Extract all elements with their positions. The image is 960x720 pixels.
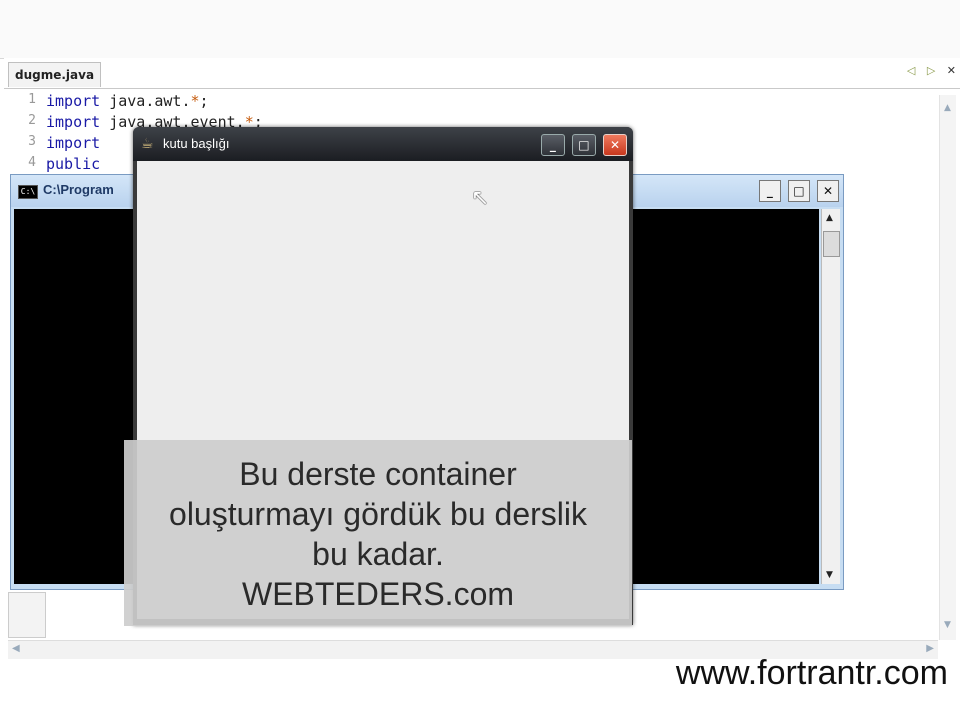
console-title: C:\Program	[43, 182, 114, 197]
console-scrollbar[interactable]: ▲ ▼	[821, 209, 840, 584]
code-line: import java.awt.*;	[46, 92, 263, 113]
console-minimize-button[interactable]: _	[758, 180, 781, 202]
line-number-gutter: 1 2 3 4	[4, 92, 40, 176]
frame-window-controls: _ □ ✕	[539, 134, 627, 156]
line-number: 2	[28, 113, 36, 128]
editor-vertical-scrollbar[interactable]: ▲ ▼	[939, 95, 956, 640]
subtitle-line: bu kadar.	[312, 536, 444, 572]
keyword: import	[46, 134, 101, 152]
scroll-up-icon[interactable]: ▲	[944, 103, 951, 113]
tab-navigation: ◁ ▷ ✕	[907, 64, 956, 77]
scroll-up-icon[interactable]: ▲	[826, 213, 833, 223]
scroll-thumb[interactable]	[823, 231, 840, 257]
code-semicolon: ;	[199, 92, 209, 110]
line-number: 4	[28, 155, 36, 170]
frame-title: kutu başlığı	[163, 136, 230, 151]
editor-tab-bar: dugme.java ◁ ▷ ✕	[4, 58, 960, 89]
console-icon: C:\	[18, 185, 38, 199]
console-window-controls: _ □ ✕	[757, 180, 839, 202]
line-number: 3	[28, 134, 36, 149]
frame-close-button[interactable]: ✕	[603, 134, 627, 156]
watermark: www.fortrantr.com	[675, 654, 948, 692]
tab-prev-icon[interactable]: ◁	[907, 64, 919, 77]
subtitle-line: Bu derste container	[239, 456, 517, 492]
mouse-cursor-icon: ↖	[471, 186, 490, 211]
tab-close-icon[interactable]: ✕	[947, 64, 956, 77]
line-number: 1	[28, 92, 36, 107]
console-close-button[interactable]: ✕	[817, 180, 839, 202]
code-wildcard: *	[190, 92, 200, 110]
subtitle-overlay: Bu derste container oluşturmayı gördük b…	[124, 440, 632, 626]
console-maximize-button[interactable]: □	[787, 180, 810, 202]
frame-title-bar[interactable]: ☕ kutu başlığı _ □ ✕	[133, 127, 633, 161]
scroll-left-icon[interactable]: ◀	[12, 643, 20, 654]
java-icon: ☕	[141, 136, 154, 152]
tab-dugme-java[interactable]: dugme.java	[8, 62, 102, 87]
keyword: import	[46, 113, 101, 131]
frame-minimize-button[interactable]: _	[540, 134, 565, 156]
subtitle-line: WEBTEDERS.com	[241, 576, 515, 612]
tab-next-icon[interactable]: ▷	[927, 64, 939, 77]
code-text: java.awt.	[100, 92, 191, 110]
subtitle-line: oluşturmayı gördük bu derslik	[169, 496, 587, 532]
keyword: public	[46, 155, 101, 173]
scroll-down-icon[interactable]: ▼	[826, 570, 833, 580]
scroll-right-icon[interactable]: ▶	[926, 643, 934, 654]
frame-maximize-button[interactable]: □	[571, 134, 596, 156]
output-panel	[8, 592, 46, 638]
keyword: import	[46, 92, 101, 110]
ide-toolbar-area	[0, 0, 960, 59]
scroll-down-icon[interactable]: ▼	[944, 620, 951, 630]
